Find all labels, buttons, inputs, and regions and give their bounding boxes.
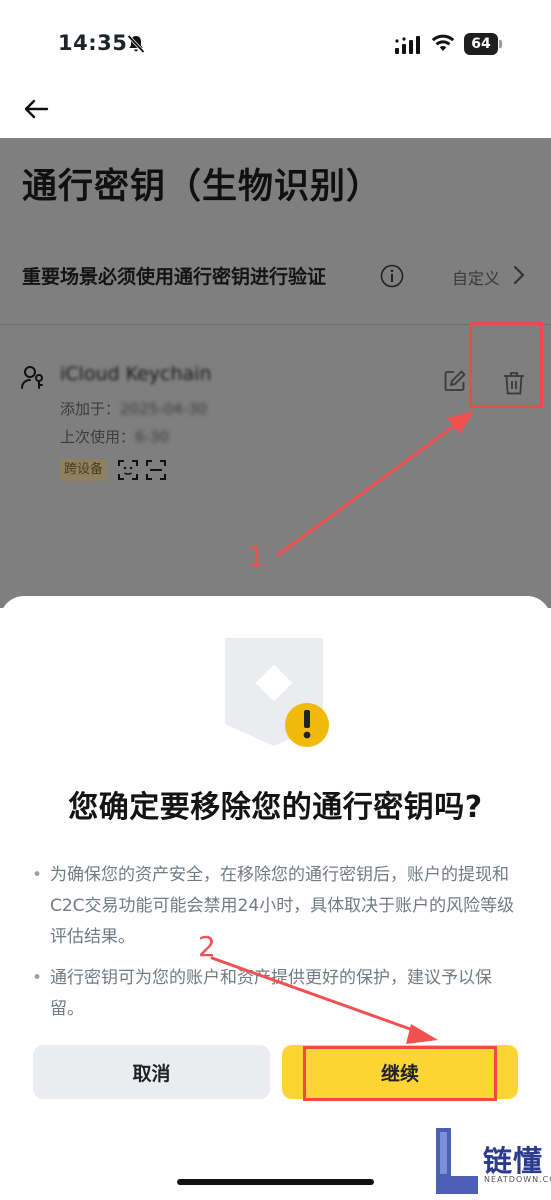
battery-tip (499, 40, 502, 48)
annotation-box-step1 (469, 322, 543, 408)
face-id-icon (118, 460, 138, 480)
dialog-bullet-item: 为确保您的资产安全，在移除您的通行密钥后，账户的提现和C2C交易功能可能会禁用2… (30, 860, 525, 953)
watermark-subtitle: NEATDOWN.COM (484, 1175, 551, 1184)
bell-muted-icon (127, 34, 145, 54)
passkey-last-used-label: 上次使用： (60, 428, 136, 446)
edit-icon[interactable] (443, 369, 467, 393)
dialog-bullet-list: 为确保您的资产安全，在移除您的通行密钥后，账户的提现和C2C交易功能可能会禁用2… (30, 860, 525, 1035)
warning-shield-icon (225, 638, 329, 747)
dialog-bullet-item: 通行密钥可为您的账户和资产提供更好的保护，建议予以保留。 (30, 963, 525, 1025)
arrow-left-icon (24, 99, 49, 119)
customize-link[interactable]: 自定义 (452, 265, 500, 289)
passkey-last-used-value: 6-30 (135, 428, 170, 446)
battery-indicator: 64 (464, 33, 502, 55)
annotation-box-step2 (303, 1046, 497, 1101)
annotation-number-step1: 1 (247, 540, 265, 573)
scenario-row[interactable]: 重要场景必须使用通行密钥进行验证 自定义 (0, 238, 551, 318)
home-indicator (177, 1179, 374, 1185)
info-icon[interactable] (380, 264, 404, 288)
dialog-title: 您确定要移除您的通行密钥吗? (68, 790, 483, 825)
wifi-icon (431, 34, 455, 51)
battery-level: 64 (464, 33, 498, 55)
confirm-remove-dialog: 您确定要移除您的通行密钥吗? 为确保您的资产安全，在移除您的通行密钥后，账户的提… (0, 596, 551, 1200)
watermark-title: 链懂 (483, 1144, 544, 1178)
passkey-last-used: 上次使用：6-30 (60, 426, 169, 447)
status-time: 14:35 (58, 31, 128, 55)
status-bar: 14:35 64 (0, 0, 551, 90)
chevron-right-icon (513, 265, 525, 285)
scan-icon (146, 460, 166, 480)
cancel-button[interactable]: 取消 (33, 1045, 270, 1099)
signal-icon (395, 36, 420, 54)
watermark-logo-icon (436, 1128, 478, 1194)
passkey-added: 添加于：2025-04-30 (60, 398, 207, 419)
user-key-icon (21, 366, 43, 389)
cross-device-badge: 跨设备 (60, 459, 108, 481)
passkey-name: iCloud Keychain (60, 363, 212, 385)
page-title: 通行密钥（生物识别） (22, 167, 383, 207)
passkey-added-value: 2025-04-30 (120, 400, 208, 418)
passkey-added-label: 添加于： (60, 400, 121, 418)
back-button[interactable] (20, 93, 52, 125)
scenario-label: 重要场景必须使用通行密钥进行验证 (22, 266, 327, 288)
annotation-number-step2: 2 (198, 930, 216, 963)
